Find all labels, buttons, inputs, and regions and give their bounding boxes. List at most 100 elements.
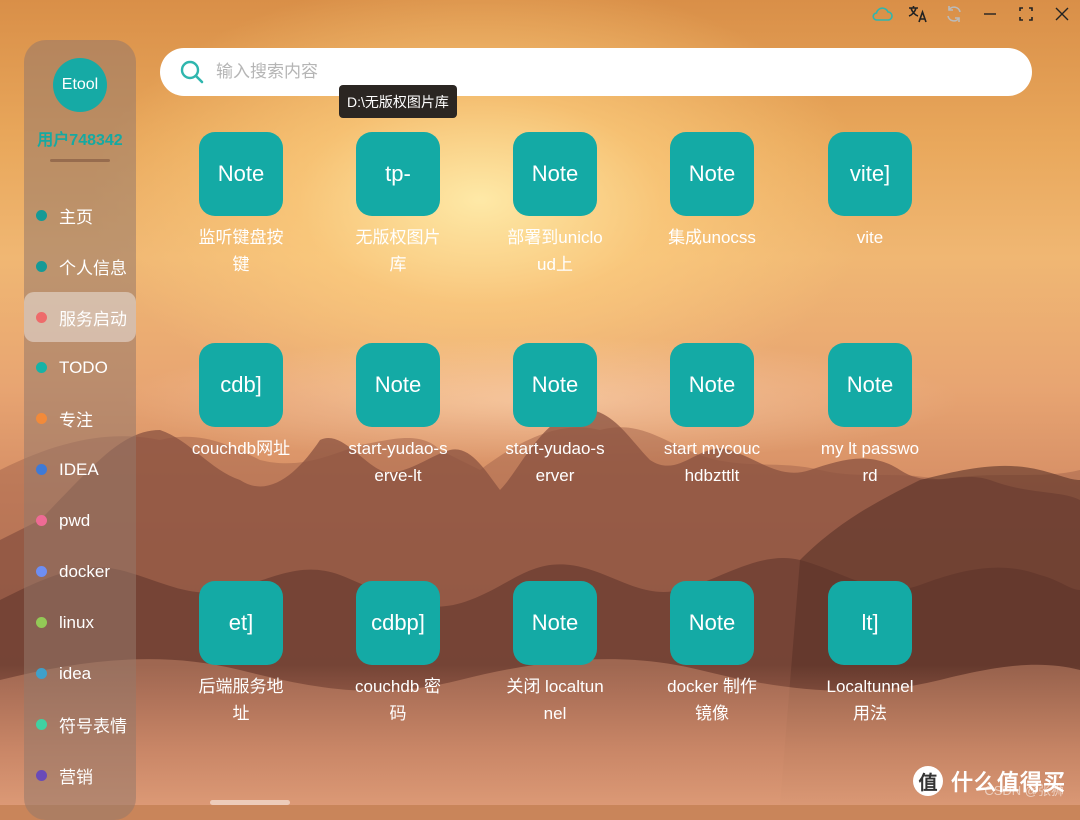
note-tile[interactable]: Note 监听键盘按键 <box>171 132 311 278</box>
sidebar-item-dot <box>36 668 47 679</box>
note-tile[interactable]: vite] vite <box>800 132 940 251</box>
note-tile-label: couchdb网址 <box>191 439 291 458</box>
note-tile-label: couchdb 密码 <box>355 677 441 723</box>
note-tile-icon: Note <box>513 132 597 216</box>
note-tile[interactable]: Note 关闭 localtunnel <box>485 581 625 727</box>
note-tile[interactable]: Note start mycouchdbzttlt <box>642 343 782 489</box>
watermark-text: 什么值得买 <box>950 770 1066 795</box>
search-bar <box>160 48 1032 96</box>
note-tile-label: start-yudao-server <box>505 439 605 485</box>
sidebar-item-dot <box>36 362 47 373</box>
note-tile-label: vite <box>856 228 884 247</box>
sidebar-item-5[interactable]: IDEA <box>24 444 136 495</box>
sidebar-item-1[interactable]: 个人信息 <box>24 241 136 292</box>
note-tile[interactable]: Note docker 制作镜像 <box>642 581 782 727</box>
search-input[interactable] <box>214 61 998 83</box>
sidebar-item-dot <box>36 210 47 221</box>
note-tile-icon: Note <box>670 132 754 216</box>
horizontal-scrollbar[interactable] <box>210 800 290 805</box>
sidebar-item-label: 个人信息 <box>59 259 127 278</box>
note-tile[interactable]: Note start-yudao-serve-lt <box>328 343 468 489</box>
sidebar-item-label: 营销 <box>59 768 93 787</box>
watermark: 值 什么值得买 <box>912 765 1066 797</box>
note-tile-label: my lt password <box>820 439 920 485</box>
translate-icon[interactable] <box>900 0 936 28</box>
note-tile[interactable]: et] 后端服务地址 <box>171 581 311 727</box>
sidebar-item-label: 主页 <box>59 208 93 227</box>
note-tile-icon: Note <box>670 581 754 665</box>
note-tile-icon: cdb] <box>199 343 283 427</box>
note-tile-label: start-yudao-serve-lt <box>348 439 448 485</box>
path-tooltip: D:\无版权图片库 <box>339 85 457 118</box>
note-tile[interactable]: Note my lt password <box>800 343 940 489</box>
sidebar-item-label: TODO <box>59 357 108 377</box>
note-tile-label: 后端服务地址 <box>198 677 284 723</box>
note-tile-label: 无版权图片库 <box>355 228 441 274</box>
sidebar-item-8[interactable]: linux <box>24 597 136 648</box>
minimize-icon[interactable] <box>972 0 1008 28</box>
sidebar-item-7[interactable]: docker <box>24 546 136 597</box>
note-tile-label: 监听键盘按键 <box>198 228 284 274</box>
note-tile[interactable]: Note 部署到unicloud上 <box>485 132 625 278</box>
sidebar-item-11[interactable]: 营销 <box>24 750 136 801</box>
sidebar-item-label: docker <box>59 561 111 581</box>
sidebar-item-label: linux <box>59 612 94 632</box>
sidebar: Etool 用户748342 主页个人信息服务启动 TODO 专注 IDEA pwd do… <box>24 40 136 820</box>
search-icon <box>178 58 206 86</box>
note-tile-label: docker 制作镜像 <box>667 677 757 723</box>
note-tile[interactable]: cdbp] couchdb 密码 <box>328 581 468 727</box>
sidebar-item-label: 符号表情 <box>59 717 127 736</box>
sidebar-item-4[interactable]: 专注 <box>24 393 136 444</box>
watermark-logo: 值 <box>912 766 943 796</box>
note-tile-label: start mycouchdbzttlt <box>663 439 761 485</box>
sidebar-item-label: 服务启动 <box>59 309 127 329</box>
note-tile-icon: vite] <box>828 132 912 216</box>
sidebar-item-dot <box>36 413 47 424</box>
note-tile-icon: et] <box>199 581 283 665</box>
sidebar-item-dot <box>36 311 47 323</box>
note-tile[interactable]: lt] Localtunnel 用法 <box>800 581 940 727</box>
window-controls <box>864 0 1080 28</box>
sidebar-item-dot <box>36 515 47 526</box>
sidebar-item-dot <box>36 566 47 577</box>
sidebar-item-label: pwd <box>59 510 91 530</box>
sidebar-item-10[interactable]: 符号表情 <box>24 699 136 750</box>
sidebar-item-label: 专注 <box>59 411 93 430</box>
note-tile-label: 关闭 localtunnel <box>506 677 604 723</box>
note-tile-icon: Note <box>670 343 754 427</box>
sidebar-item-dot <box>36 770 47 781</box>
sidebar-item-3[interactable]: TODO <box>24 342 136 393</box>
note-tile[interactable]: Note start-yudao-server <box>485 343 625 489</box>
sidebar-item-dot <box>36 464 47 475</box>
refresh-icon[interactable] <box>936 0 972 28</box>
note-tile-label: 部署到unicloud上 <box>507 228 603 274</box>
note-tile-icon: tp- <box>356 132 440 216</box>
note-tile[interactable]: tp- 无版权图片库 <box>328 132 468 278</box>
sidebar-item-dot <box>36 617 47 628</box>
username: 用户748342 <box>37 132 123 149</box>
sidebar-item-6[interactable]: pwd <box>24 495 136 546</box>
note-tile-label: Localtunnel 用法 <box>826 677 914 723</box>
note-tile[interactable]: Note 集成unocss <box>642 132 782 251</box>
close-icon[interactable] <box>1044 0 1080 28</box>
note-tile[interactable]: cdb] couchdb网址 <box>171 343 311 462</box>
sidebar-item-label: IDEA <box>59 459 99 479</box>
note-tile-label: 集成unocss <box>668 228 756 247</box>
sidebar-item-2[interactable]: 服务启动 <box>24 292 136 342</box>
avatar[interactable]: Etool <box>53 58 107 112</box>
note-tile-icon: Note <box>513 581 597 665</box>
sidebar-item-9[interactable]: idea <box>24 648 136 699</box>
note-tile-icon: Note <box>356 343 440 427</box>
note-tile-icon: lt] <box>828 581 912 665</box>
note-tile-icon: Note <box>828 343 912 427</box>
maximize-icon[interactable] <box>1008 0 1044 28</box>
sidebar-item-dot <box>36 719 47 730</box>
note-tile-icon: Note <box>513 343 597 427</box>
sidebar-item-label: idea <box>59 663 92 683</box>
sidebar-nav: 主页个人信息服务启动 TODO 专注 IDEA pwd docker linux idea 符号… <box>24 190 136 801</box>
sidebar-item-0[interactable]: 主页 <box>24 190 136 241</box>
note-tile-icon: cdbp] <box>356 581 440 665</box>
cloud-icon[interactable] <box>864 0 900 28</box>
sidebar-item-dot <box>36 261 47 272</box>
sidebar-divider <box>50 159 110 162</box>
